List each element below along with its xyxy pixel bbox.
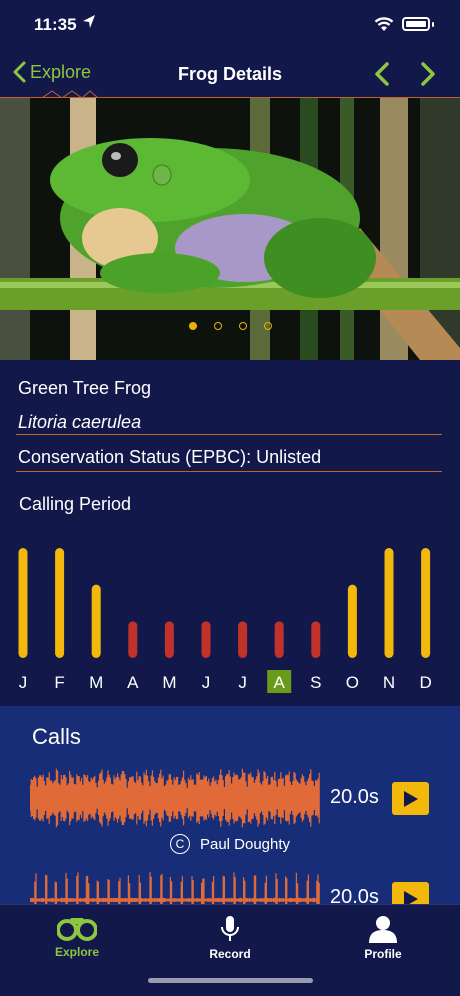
carousel-dot[interactable] bbox=[238, 322, 247, 330]
nav-bar: Explore Frog Details bbox=[0, 52, 460, 99]
next-frog-button[interactable] bbox=[418, 60, 438, 88]
calling-bar-0 bbox=[18, 548, 28, 658]
calling-bar-4 bbox=[164, 621, 174, 658]
status-time: 11:35 bbox=[34, 15, 77, 34]
calling-bar-2 bbox=[91, 584, 101, 658]
call-credit: C Paul Doughty bbox=[0, 834, 460, 854]
calling-bar-7 bbox=[274, 621, 284, 658]
scientific-name: Litoria caerulea bbox=[18, 412, 142, 432]
calling-period-title: Calling Period bbox=[19, 494, 132, 514]
month-label-1: F bbox=[54, 673, 64, 692]
carousel-dot[interactable] bbox=[188, 322, 197, 330]
month-label-11: D bbox=[419, 673, 431, 692]
copyright-icon: C bbox=[169, 834, 190, 854]
month-label-2: M bbox=[89, 673, 103, 692]
month-label-4: M bbox=[162, 673, 176, 692]
battery-icon bbox=[402, 17, 430, 31]
carousel-dot[interactable] bbox=[213, 322, 222, 330]
month-label-0: J bbox=[19, 673, 28, 692]
play-call-button[interactable] bbox=[392, 882, 429, 904]
month-label-8: S bbox=[310, 673, 321, 692]
month-label-9: O bbox=[346, 673, 359, 692]
credit-name: Paul Doughty bbox=[199, 835, 291, 853]
waveform-trace bbox=[30, 768, 320, 828]
previous-frog-button[interactable] bbox=[372, 60, 392, 88]
frog-photo bbox=[0, 98, 460, 360]
divider bbox=[16, 434, 442, 435]
tab-label: Explore bbox=[54, 945, 99, 959]
month-label-10: N bbox=[383, 673, 395, 692]
conservation-status: Conservation Status (EPBC): Unlisted bbox=[18, 447, 322, 467]
home-indicator bbox=[148, 978, 313, 983]
wifi-icon bbox=[374, 17, 394, 31]
microphone-icon bbox=[221, 916, 239, 941]
month-label-6: J bbox=[238, 673, 247, 692]
play-icon bbox=[403, 890, 418, 904]
month-label-3: A bbox=[127, 673, 139, 692]
call-duration: 20.0s bbox=[330, 786, 379, 808]
tab-record[interactable]: Record bbox=[180, 915, 280, 961]
call-duration: 20.0s bbox=[330, 886, 379, 904]
waveform-trace bbox=[30, 872, 320, 904]
calling-bar-11 bbox=[421, 548, 431, 658]
calling-bar-8 bbox=[311, 621, 321, 658]
month-label-5: J bbox=[202, 673, 211, 692]
calls-section: Calls 20.0s C Paul Doughty 20.0s bbox=[0, 706, 460, 904]
call-waveform[interactable] bbox=[30, 870, 320, 904]
play-icon bbox=[403, 790, 418, 807]
carousel-page-indicator[interactable] bbox=[0, 322, 460, 330]
carousel-dot[interactable] bbox=[263, 322, 272, 330]
calling-period-chart: JFMAMJJASOND bbox=[18, 548, 432, 693]
calling-bar-5 bbox=[201, 621, 211, 658]
person-icon bbox=[369, 916, 397, 943]
location-arrow-icon bbox=[83, 15, 95, 28]
calling-bar-6 bbox=[238, 621, 248, 658]
calling-bar-9 bbox=[347, 584, 357, 658]
calling-bar-10 bbox=[384, 548, 394, 658]
divider bbox=[16, 471, 442, 472]
binoculars-icon bbox=[57, 918, 97, 941]
tab-label: Record bbox=[209, 947, 251, 961]
battery-tip bbox=[432, 21, 434, 27]
tab-profile[interactable]: Profile bbox=[333, 915, 433, 961]
frog-photo-carousel[interactable] bbox=[0, 98, 460, 360]
status-bar: 11:35 bbox=[0, 0, 460, 52]
common-name: Green Tree Frog bbox=[18, 378, 152, 398]
calls-title: Calls bbox=[32, 724, 81, 749]
status-indicators bbox=[374, 16, 434, 32]
month-label-7: A bbox=[274, 673, 286, 692]
call-waveform[interactable] bbox=[30, 766, 320, 830]
play-call-button[interactable] bbox=[392, 782, 429, 815]
calling-bar-1 bbox=[55, 548, 65, 658]
tab-explore[interactable]: Explore bbox=[27, 915, 127, 959]
tab-label: Profile bbox=[364, 947, 402, 961]
calling-bar-3 bbox=[128, 621, 138, 658]
